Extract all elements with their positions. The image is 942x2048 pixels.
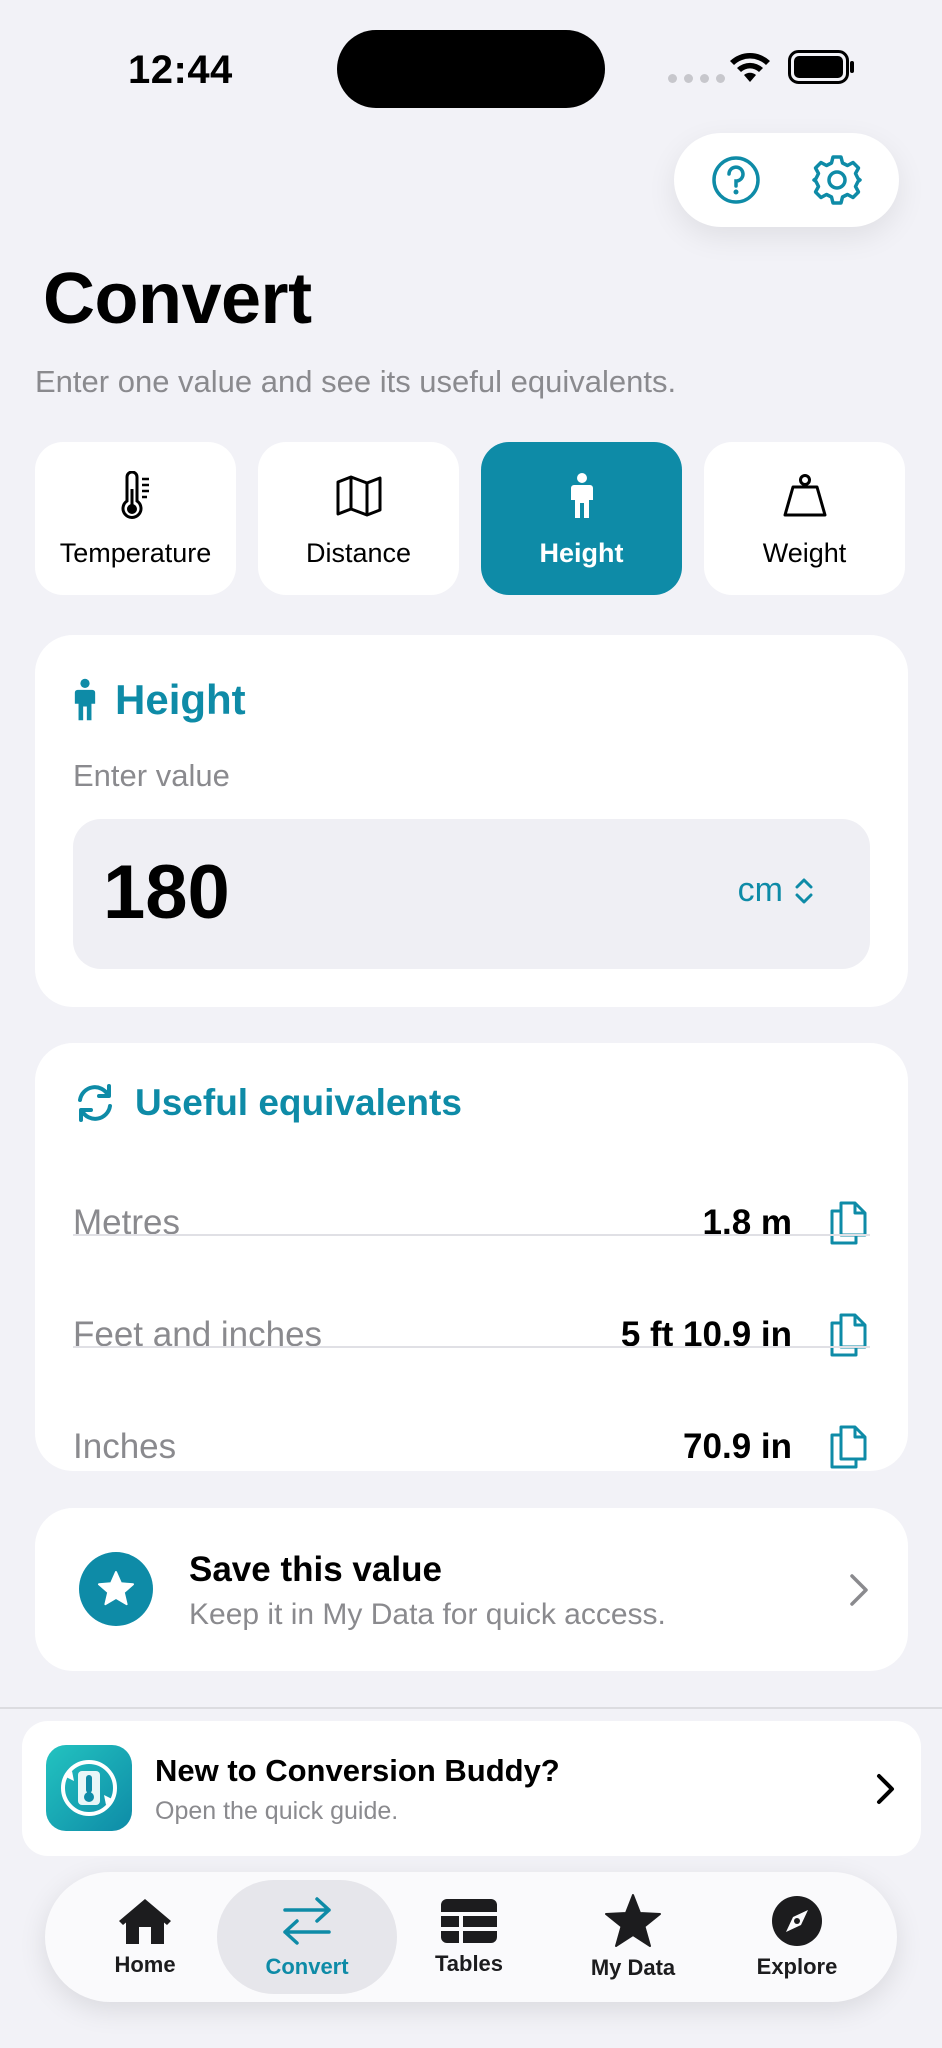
enter-value-label: Enter value	[73, 758, 230, 793]
guide-title: New to Conversion Buddy?	[155, 1753, 560, 1788]
category-selector: Temperature Distance Height Weight	[35, 442, 905, 595]
tab-label: Tables	[434, 1951, 504, 1976]
home-icon	[119, 1899, 171, 1944]
page-title: Convert	[43, 259, 312, 339]
tab-label: Home	[114, 1952, 176, 1977]
star-icon	[605, 1894, 661, 1947]
tab-explore[interactable]: Explore	[707, 1880, 887, 1994]
save-value-card[interactable]: Save this value Keep it in My Data for q…	[35, 1508, 908, 1671]
refresh-icon	[78, 1084, 112, 1122]
category-label: Distance	[305, 538, 412, 568]
weight-icon	[783, 474, 826, 517]
help-button[interactable]	[706, 150, 766, 210]
divider	[73, 1234, 870, 1236]
separator	[0, 1707, 942, 1709]
value-input[interactable]: 180 cm	[73, 819, 870, 969]
copy-button[interactable]	[826, 1311, 870, 1359]
equivalent-value: 1.8 m	[702, 1203, 793, 1242]
equivalent-row: Feet and inches 5 ft 10.9 in	[73, 1279, 870, 1391]
equivalent-name: Feet and inches	[73, 1315, 323, 1354]
chevron-up-down-icon	[795, 878, 813, 903]
app-logo-icon	[46, 1745, 132, 1831]
tab-convert[interactable]: Convert	[217, 1880, 397, 1994]
guide-subtitle: Open the quick guide.	[155, 1797, 399, 1825]
save-title: Save this value	[189, 1550, 442, 1589]
wifi-icon	[730, 53, 770, 82]
divider	[73, 1346, 870, 1348]
equivalents-card: Useful equivalents Metres 1.8 m Feet and…	[35, 1043, 908, 1471]
tab-my-data[interactable]: My Data	[543, 1880, 723, 1994]
unit-label: cm	[737, 871, 783, 909]
category-label: Height	[539, 538, 624, 568]
star-icon	[98, 1571, 134, 1606]
equivalents-header: Useful equivalents	[73, 1081, 462, 1125]
save-subtitle: Keep it in My Data for quick access.	[189, 1598, 666, 1631]
equivalent-row: Metres 1.8 m	[73, 1167, 870, 1279]
input-card-title: Height	[115, 676, 246, 723]
copy-button[interactable]	[826, 1423, 870, 1471]
battery-icon	[788, 50, 854, 84]
equivalent-row: Inches 70.9 in	[73, 1391, 870, 1503]
person-icon	[570, 473, 593, 518]
unit-selector[interactable]: cm	[738, 871, 815, 910]
dynamic-island	[337, 30, 605, 108]
gear-icon	[812, 155, 862, 205]
thermometer-icon	[121, 471, 149, 519]
category-weight[interactable]: Weight	[704, 442, 905, 595]
equivalent-name: Metres	[73, 1203, 180, 1242]
tab-bar: Home Convert Tables My Data Explore	[45, 1872, 897, 2002]
status-time: 12:44	[128, 48, 233, 92]
copy-icon	[830, 1425, 867, 1469]
person-icon	[74, 678, 96, 721]
category-label: Temperature	[59, 538, 212, 568]
category-temperature[interactable]: Temperature	[35, 442, 236, 595]
equivalent-value: 70.9 in	[683, 1427, 792, 1466]
quick-guide-banner[interactable]: New to Conversion Buddy? Open the quick …	[22, 1721, 921, 1856]
tab-tables[interactable]: Tables	[379, 1880, 559, 1994]
tab-label: Convert	[265, 1954, 349, 1979]
copy-icon	[830, 1313, 867, 1357]
tab-label: My Data	[590, 1955, 676, 1980]
map-icon	[336, 475, 381, 517]
cellular-signal-icon	[668, 74, 725, 83]
compass-icon	[772, 1896, 822, 1946]
chevron-right-icon	[877, 1773, 894, 1804]
category-height[interactable]: Height	[481, 442, 682, 595]
status-bar: 12:44	[0, 0, 942, 140]
category-label: Weight	[762, 538, 847, 568]
top-actions-pill	[674, 133, 899, 227]
chevron-right-icon	[850, 1573, 868, 1606]
help-icon	[712, 156, 760, 204]
tab-home[interactable]: Home	[55, 1880, 235, 1994]
convert-arrows-icon	[283, 1897, 331, 1945]
equivalent-value: 5 ft 10.9 in	[620, 1315, 792, 1354]
category-distance[interactable]: Distance	[258, 442, 459, 595]
equivalents-title: Useful equivalents	[135, 1082, 462, 1123]
tab-label: Explore	[756, 1954, 838, 1979]
equivalent-name: Inches	[73, 1427, 177, 1466]
input-card-header: Height	[73, 675, 246, 725]
value-input-text: 180	[103, 850, 230, 935]
page-subtitle: Enter one value and see its useful equiv…	[35, 364, 677, 399]
star-badge	[79, 1552, 153, 1626]
copy-icon	[830, 1201, 867, 1245]
settings-button[interactable]	[807, 150, 867, 210]
copy-button[interactable]	[826, 1199, 870, 1247]
table-icon	[441, 1899, 497, 1943]
